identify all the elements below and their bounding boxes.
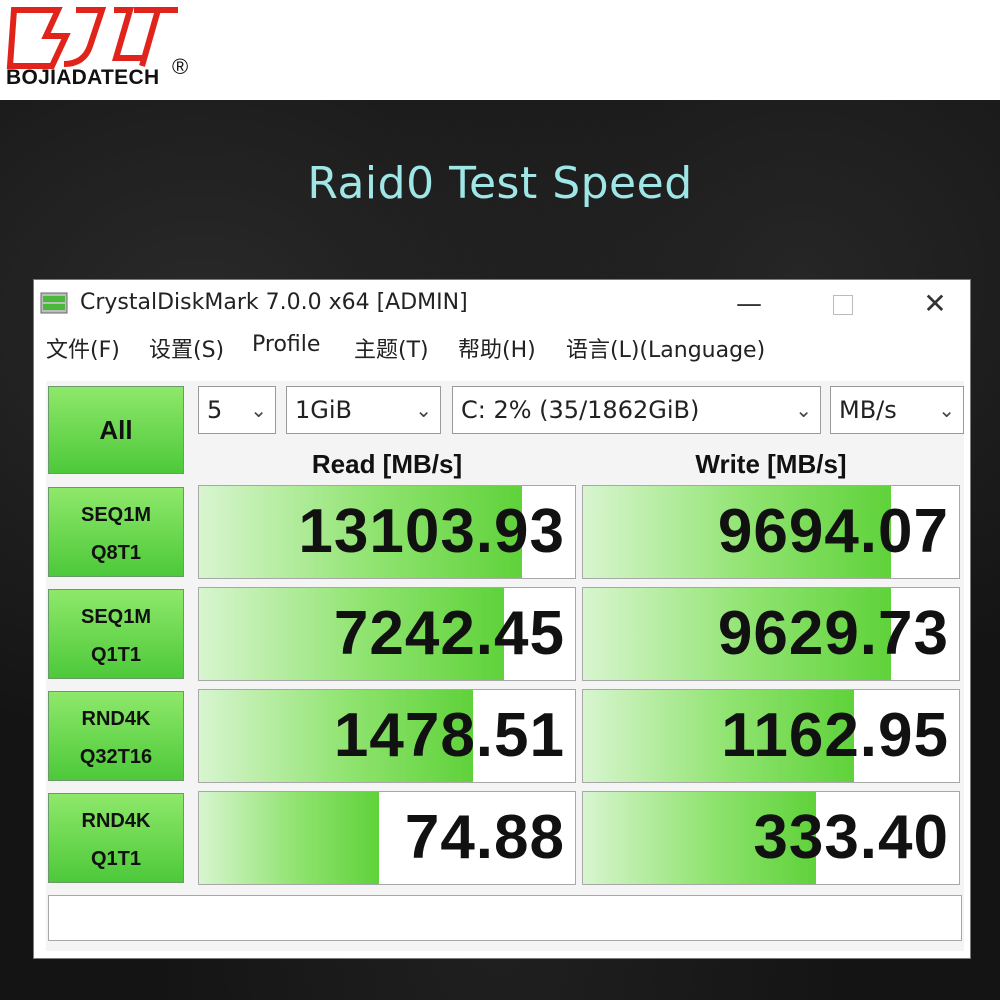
test-type: SEQ1M (80, 504, 152, 526)
menu-theme[interactable]: 主题(T) (354, 332, 429, 364)
unit-select[interactable]: MB/s ⌄ (830, 386, 964, 434)
chevron-down-icon: ⌄ (938, 398, 955, 422)
menu-settings[interactable]: 设置(S) (149, 332, 224, 364)
write-value: 9694.07 (717, 497, 949, 566)
maximize-icon (833, 294, 853, 315)
read-value: 7242.45 (333, 599, 565, 668)
read-value: 1478.51 (333, 701, 565, 770)
write-value: 1162.95 (721, 701, 949, 770)
window-title: CrystalDiskMark 7.0.0 x64 [ADMIN] (80, 290, 468, 315)
read-result: 13103.93 (198, 485, 576, 579)
write-value: 333.40 (753, 803, 949, 872)
read-result: 7242.45 (198, 587, 576, 681)
test-size-value: 1GiB (295, 396, 352, 424)
write-result: 9629.73 (582, 587, 960, 681)
title-bar[interactable]: CrystalDiskMark 7.0.0 x64 [ADMIN] — ✕ (34, 280, 970, 326)
test-count-select[interactable]: 5 ⌄ (198, 386, 276, 434)
test-type: RND4K (81, 708, 151, 730)
test-queue: Q1T1 (90, 848, 142, 870)
chevron-down-icon: ⌄ (795, 398, 812, 422)
test-size-select[interactable]: 1GiB ⌄ (286, 386, 441, 434)
menu-language[interactable]: 语言(L)(Language) (566, 332, 765, 364)
menu-profile[interactable]: Profile (252, 332, 320, 357)
disk-app-icon (40, 292, 68, 314)
close-button[interactable]: ✕ (910, 284, 960, 324)
write-result: 1162.95 (582, 689, 960, 783)
write-result: 333.40 (582, 791, 960, 885)
test-type: SEQ1M (80, 606, 152, 628)
headline: Raid0 Test Speed (307, 158, 693, 209)
write-result: 9694.07 (582, 485, 960, 579)
registered-mark: ® (172, 54, 189, 79)
maximize-button[interactable] (818, 284, 868, 324)
read-result: 1478.51 (198, 689, 576, 783)
comment-input[interactable] (48, 895, 962, 941)
menu-help[interactable]: 帮助(H) (458, 332, 536, 364)
benchmark-panel: All 5 ⌄ 1GiB ⌄ C: 2% (35/1862GiB) ⌄ MB/s… (46, 381, 964, 951)
unit-value: MB/s (839, 396, 897, 424)
read-result: 74.88 (198, 791, 576, 885)
chevron-down-icon: ⌄ (250, 398, 267, 422)
test-button-seq1m-q1t1[interactable]: SEQ1M Q1T1 (48, 589, 184, 679)
run-all-button[interactable]: All (48, 386, 184, 474)
brand-header: BOJIADATECH ® (0, 0, 1000, 100)
test-button-seq1m-q8t1[interactable]: SEQ1M Q8T1 (48, 487, 184, 577)
write-header: Write [MB/s] (695, 449, 847, 479)
read-value: 74.88 (404, 803, 565, 872)
write-value: 9629.73 (717, 599, 949, 668)
test-button-rnd4k-q1t1[interactable]: RND4K Q1T1 (48, 793, 184, 883)
test-button-rnd4k-q32t16[interactable]: RND4K Q32T16 (48, 691, 184, 781)
brand-name: BOJIADATECH (6, 66, 160, 89)
test-queue: Q8T1 (90, 542, 142, 564)
crystaldiskmark-window: CrystalDiskMark 7.0.0 x64 [ADMIN] — ✕ 文件… (33, 279, 971, 959)
read-header: Read [MB/s] (311, 449, 463, 479)
test-queue: Q32T16 (79, 746, 153, 768)
menu-bar: 文件(F) 设置(S) Profile 主题(T) 帮助(H) 语言(L)(La… (34, 328, 970, 368)
test-type: RND4K (81, 810, 151, 832)
test-count-value: 5 (207, 396, 223, 424)
menu-file[interactable]: 文件(F) (46, 332, 120, 364)
brand-logo (6, 7, 178, 69)
read-bar (199, 792, 380, 884)
minimize-button[interactable]: — (724, 284, 774, 324)
chevron-down-icon: ⌄ (415, 398, 432, 422)
drive-select[interactable]: C: 2% (35/1862GiB) ⌄ (452, 386, 821, 434)
test-queue: Q1T1 (90, 644, 142, 666)
read-value: 13103.93 (298, 497, 565, 566)
drive-value: C: 2% (35/1862GiB) (461, 396, 700, 424)
